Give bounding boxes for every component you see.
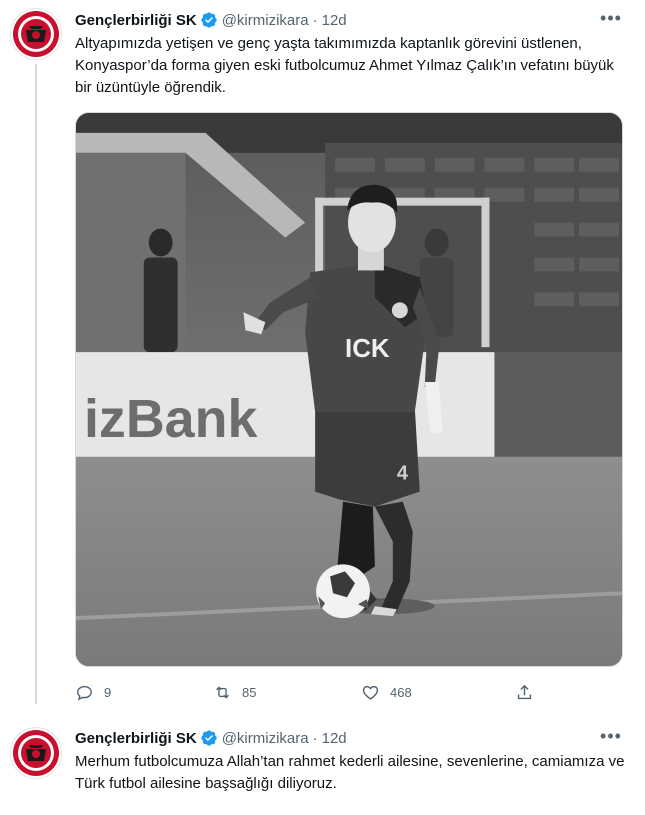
thread-connector <box>35 64 37 704</box>
tweet-text: Merhum futbolcumuza Allah’tan rahmet ked… <box>75 753 625 792</box>
reply-count: 9 <box>104 684 112 700</box>
author-name[interactable]: Gençlerbirliği SK <box>75 730 197 747</box>
tweet-photo[interactable]: izBank 4 ICK <box>75 112 623 667</box>
reply-icon <box>77 685 92 701</box>
billboard-text: izBank <box>84 389 257 449</box>
tweet-text: Altyapımızda yetişen ve genç yaşta takım… <box>75 35 614 96</box>
tweet-header: Gençlerbirliği SK @kirmizikara · 12d <box>75 727 347 749</box>
like-button[interactable]: 468 <box>361 681 412 703</box>
tweet-header: Gençlerbirliği SK @kirmizikara · 12d <box>75 9 347 31</box>
reply-button[interactable]: 9 <box>75 681 111 703</box>
club-crest-icon[interactable] <box>10 727 62 779</box>
separator-dot: · <box>312 11 318 29</box>
more-options-icon[interactable]: ••• <box>599 8 623 28</box>
more-options-icon[interactable]: ••• <box>599 726 623 746</box>
footballer-photo: izBank 4 ICK <box>76 113 622 666</box>
author-handle[interactable]: @kirmizikara <box>222 730 309 747</box>
like-icon <box>362 685 379 700</box>
share-button[interactable] <box>515 681 544 703</box>
verified-badge-icon <box>201 730 217 746</box>
author-handle[interactable]: @kirmizikara <box>222 12 309 29</box>
verified-badge-icon <box>201 12 217 28</box>
author-name[interactable]: Gençlerbirliği SK <box>75 12 197 29</box>
shirt-text: ICK <box>345 335 390 363</box>
tweet-timestamp[interactable]: 12d <box>322 12 347 29</box>
tweet[interactable]: Gençlerbirliği SK @kirmizikara · 12d •••… <box>0 715 645 815</box>
tweet-actions: 9 85 468 <box>75 681 545 703</box>
retweet-count: 85 <box>242 684 257 700</box>
separator-dot: · <box>312 729 318 747</box>
shorts-number: 4 <box>397 463 408 485</box>
tweet-timestamp[interactable]: 12d <box>322 730 347 747</box>
retweet-button[interactable]: 85 <box>213 681 256 703</box>
club-crest-icon[interactable] <box>10 8 62 60</box>
share-icon <box>517 684 532 699</box>
retweet-icon <box>216 685 229 699</box>
like-count: 468 <box>390 684 412 700</box>
tweet[interactable]: Gençlerbirliği SK @kirmizikara · 12d •••… <box>0 0 645 715</box>
